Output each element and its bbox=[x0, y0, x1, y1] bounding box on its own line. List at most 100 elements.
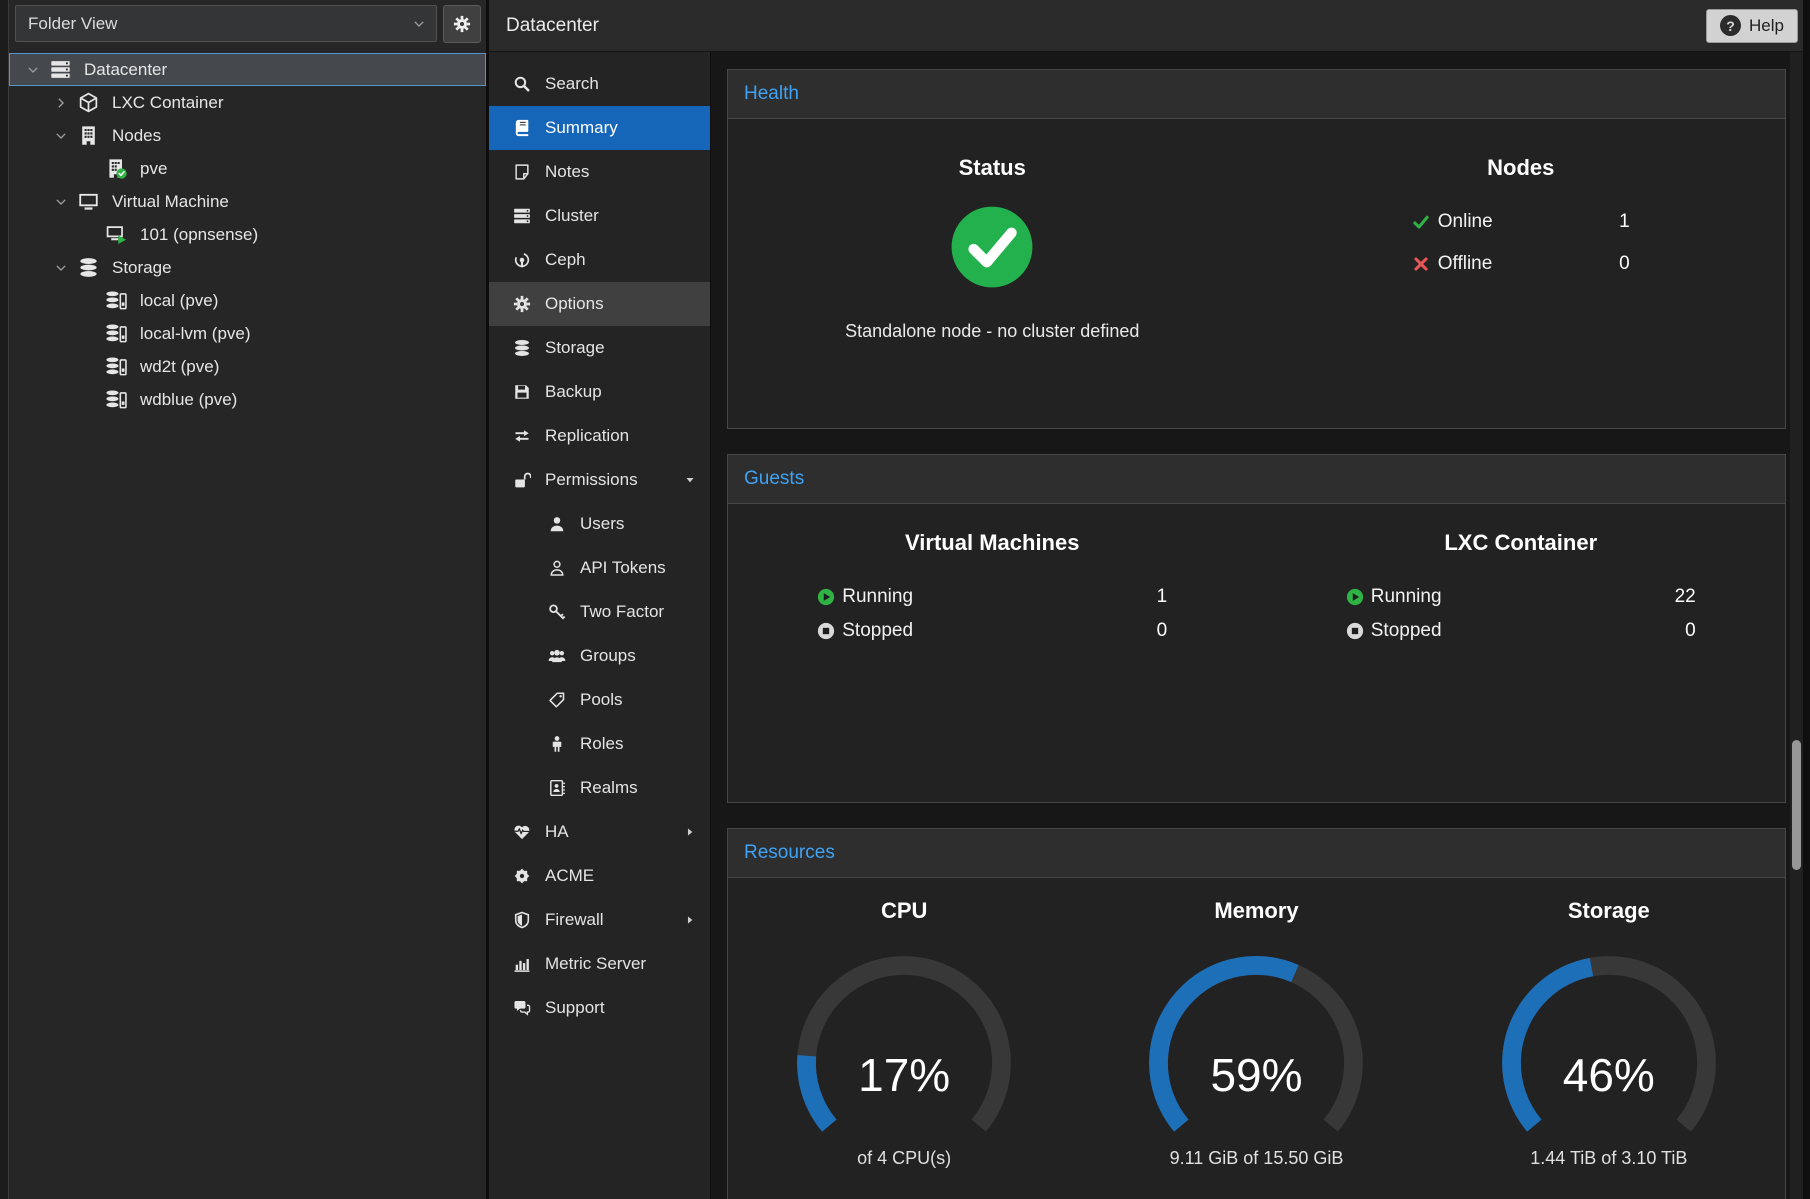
tree-item-wd2t-pve[interactable]: wd2t (pve) bbox=[9, 350, 486, 383]
menu-item-groups[interactable]: Groups bbox=[489, 634, 710, 678]
tree-expander[interactable] bbox=[21, 63, 45, 77]
database-icon bbox=[78, 257, 99, 278]
tree-item-nodes[interactable]: Nodes bbox=[9, 119, 486, 152]
chevron-down-icon bbox=[412, 17, 426, 31]
menu-icon-box bbox=[509, 251, 535, 269]
menu-icon-box bbox=[509, 427, 535, 445]
gauge-percent-value: 59% bbox=[1106, 1048, 1406, 1102]
menu-icon-box bbox=[509, 867, 535, 885]
menu-item-permissions[interactable]: Permissions bbox=[489, 458, 710, 502]
gauge-cpu: CPU17%of 4 CPU(s) bbox=[728, 898, 1080, 1169]
menu-icon-box bbox=[544, 603, 570, 621]
menu-item-search[interactable]: Search bbox=[489, 62, 710, 106]
tree-expander[interactable] bbox=[49, 195, 73, 209]
menu-item-api-tokens[interactable]: API Tokens bbox=[489, 546, 710, 590]
tree-item-lxc-container[interactable]: LXC Container bbox=[9, 86, 486, 119]
menu-item-label: Groups bbox=[580, 646, 636, 666]
guest-row-running: Running1 bbox=[817, 586, 1167, 608]
menu-item-metric-server[interactable]: Metric Server bbox=[489, 942, 710, 986]
tree-item-local-pve[interactable]: local (pve) bbox=[9, 284, 486, 317]
menu-item-ceph[interactable]: Ceph bbox=[489, 238, 710, 282]
help-button[interactable]: ? Help bbox=[1706, 9, 1798, 43]
tree-settings-button[interactable] bbox=[443, 5, 481, 43]
guest-state-label: Stopped bbox=[1371, 620, 1442, 642]
menu-icon-box bbox=[509, 119, 535, 137]
menu-item-firewall[interactable]: Firewall bbox=[489, 898, 710, 942]
menu-item-cluster[interactable]: Cluster bbox=[489, 194, 710, 238]
menu-item-replication[interactable]: Replication bbox=[489, 414, 710, 458]
tree-item-pve[interactable]: pve bbox=[9, 152, 486, 185]
guests-column-heading: Virtual Machines bbox=[905, 530, 1079, 556]
gauge-memory: Memory59%9.11 GiB of 15.50 GiB bbox=[1080, 898, 1432, 1169]
view-mode-select[interactable]: Folder View bbox=[15, 5, 437, 42]
guest-state-value: 0 bbox=[1157, 620, 1168, 642]
tree-icon-box bbox=[73, 257, 103, 278]
content-header: Datacenter ? Help bbox=[489, 0, 1810, 52]
chevron-right-icon bbox=[54, 96, 68, 110]
menu-icon-box bbox=[509, 75, 535, 93]
gauge-svg bbox=[1106, 948, 1406, 1138]
tree-item-101-opnsense[interactable]: 101 (opnsense) bbox=[9, 218, 486, 251]
right-edge-strip bbox=[1803, 0, 1810, 1199]
address-book-icon bbox=[548, 779, 566, 797]
vertical-scrollbar[interactable] bbox=[1790, 52, 1803, 1199]
tree-expander[interactable] bbox=[49, 129, 73, 143]
tree-item-label: Storage bbox=[112, 258, 172, 278]
menu-item-pools[interactable]: Pools bbox=[489, 678, 710, 722]
submenu-arrow bbox=[684, 826, 696, 838]
gauge-percent-value: 46% bbox=[1459, 1048, 1759, 1102]
menu-icon-box bbox=[544, 779, 570, 797]
menu-item-backup[interactable]: Backup bbox=[489, 370, 710, 414]
storage-drive-icon bbox=[106, 389, 127, 410]
tree-icon-box bbox=[101, 323, 131, 344]
menu-item-users[interactable]: Users bbox=[489, 502, 710, 546]
menu-item-label: HA bbox=[545, 822, 569, 842]
menu-item-label: Replication bbox=[545, 426, 629, 446]
menu-item-acme[interactable]: ACME bbox=[489, 854, 710, 898]
tree-item-storage[interactable]: Storage bbox=[9, 251, 486, 284]
menu-icon-box bbox=[544, 735, 570, 753]
tree-expander[interactable] bbox=[49, 261, 73, 275]
menu-item-options[interactable]: Options bbox=[489, 282, 710, 326]
check-icon bbox=[1412, 213, 1430, 231]
play-circle-icon bbox=[1346, 588, 1364, 606]
menu-item-storage[interactable]: Storage bbox=[489, 326, 710, 370]
node-status-value: 1 bbox=[1619, 211, 1630, 233]
monitor-play-icon bbox=[106, 224, 127, 245]
node-status-label: Offline bbox=[1438, 253, 1493, 275]
chevron-down-icon bbox=[54, 195, 68, 209]
tree-expander[interactable] bbox=[49, 96, 73, 110]
database-icon bbox=[513, 339, 531, 357]
resources-panel-title: Resources bbox=[728, 829, 1785, 878]
storage-drive-icon bbox=[106, 356, 127, 377]
tree-item-datacenter[interactable]: Datacenter bbox=[9, 53, 486, 86]
menu-item-notes[interactable]: Notes bbox=[489, 150, 710, 194]
floppy-icon bbox=[513, 383, 531, 401]
menu-item-roles[interactable]: Roles bbox=[489, 722, 710, 766]
resource-tree-panel: Folder View DatacenterLXC ContainerNodes… bbox=[9, 0, 486, 1199]
menu-item-support[interactable]: Support bbox=[489, 986, 710, 1030]
chevron-down-icon bbox=[26, 63, 40, 77]
sync-icon bbox=[513, 427, 531, 445]
menu-icon-box bbox=[509, 295, 535, 313]
user-outline-icon bbox=[548, 559, 566, 577]
menu-item-label: Cluster bbox=[545, 206, 599, 226]
menu-icon-box bbox=[509, 339, 535, 357]
menu-item-label: Support bbox=[545, 998, 605, 1018]
gauge-percent-value: 17% bbox=[754, 1048, 1054, 1102]
tree-item-label: local-lvm (pve) bbox=[140, 324, 251, 344]
menu-item-summary[interactable]: Summary bbox=[489, 106, 710, 150]
menu-item-two-factor[interactable]: Two Factor bbox=[489, 590, 710, 634]
guest-state-value: 0 bbox=[1685, 620, 1696, 642]
heartbeat-icon bbox=[513, 823, 531, 841]
server-stack-icon bbox=[50, 59, 71, 80]
unlock-icon bbox=[513, 471, 531, 489]
guest-row-stopped: Stopped0 bbox=[817, 620, 1167, 642]
tree-item-wdblue-pve[interactable]: wdblue (pve) bbox=[9, 383, 486, 416]
tree-item-virtual-machine[interactable]: Virtual Machine bbox=[9, 185, 486, 218]
guests-column-virtual-machines: Virtual Machines Running1 Stopped0 bbox=[728, 530, 1257, 802]
tree-item-local-lvm-pve[interactable]: local-lvm (pve) bbox=[9, 317, 486, 350]
menu-item-ha[interactable]: HA bbox=[489, 810, 710, 854]
scrollbar-thumb[interactable] bbox=[1792, 740, 1801, 870]
menu-item-realms[interactable]: Realms bbox=[489, 766, 710, 810]
